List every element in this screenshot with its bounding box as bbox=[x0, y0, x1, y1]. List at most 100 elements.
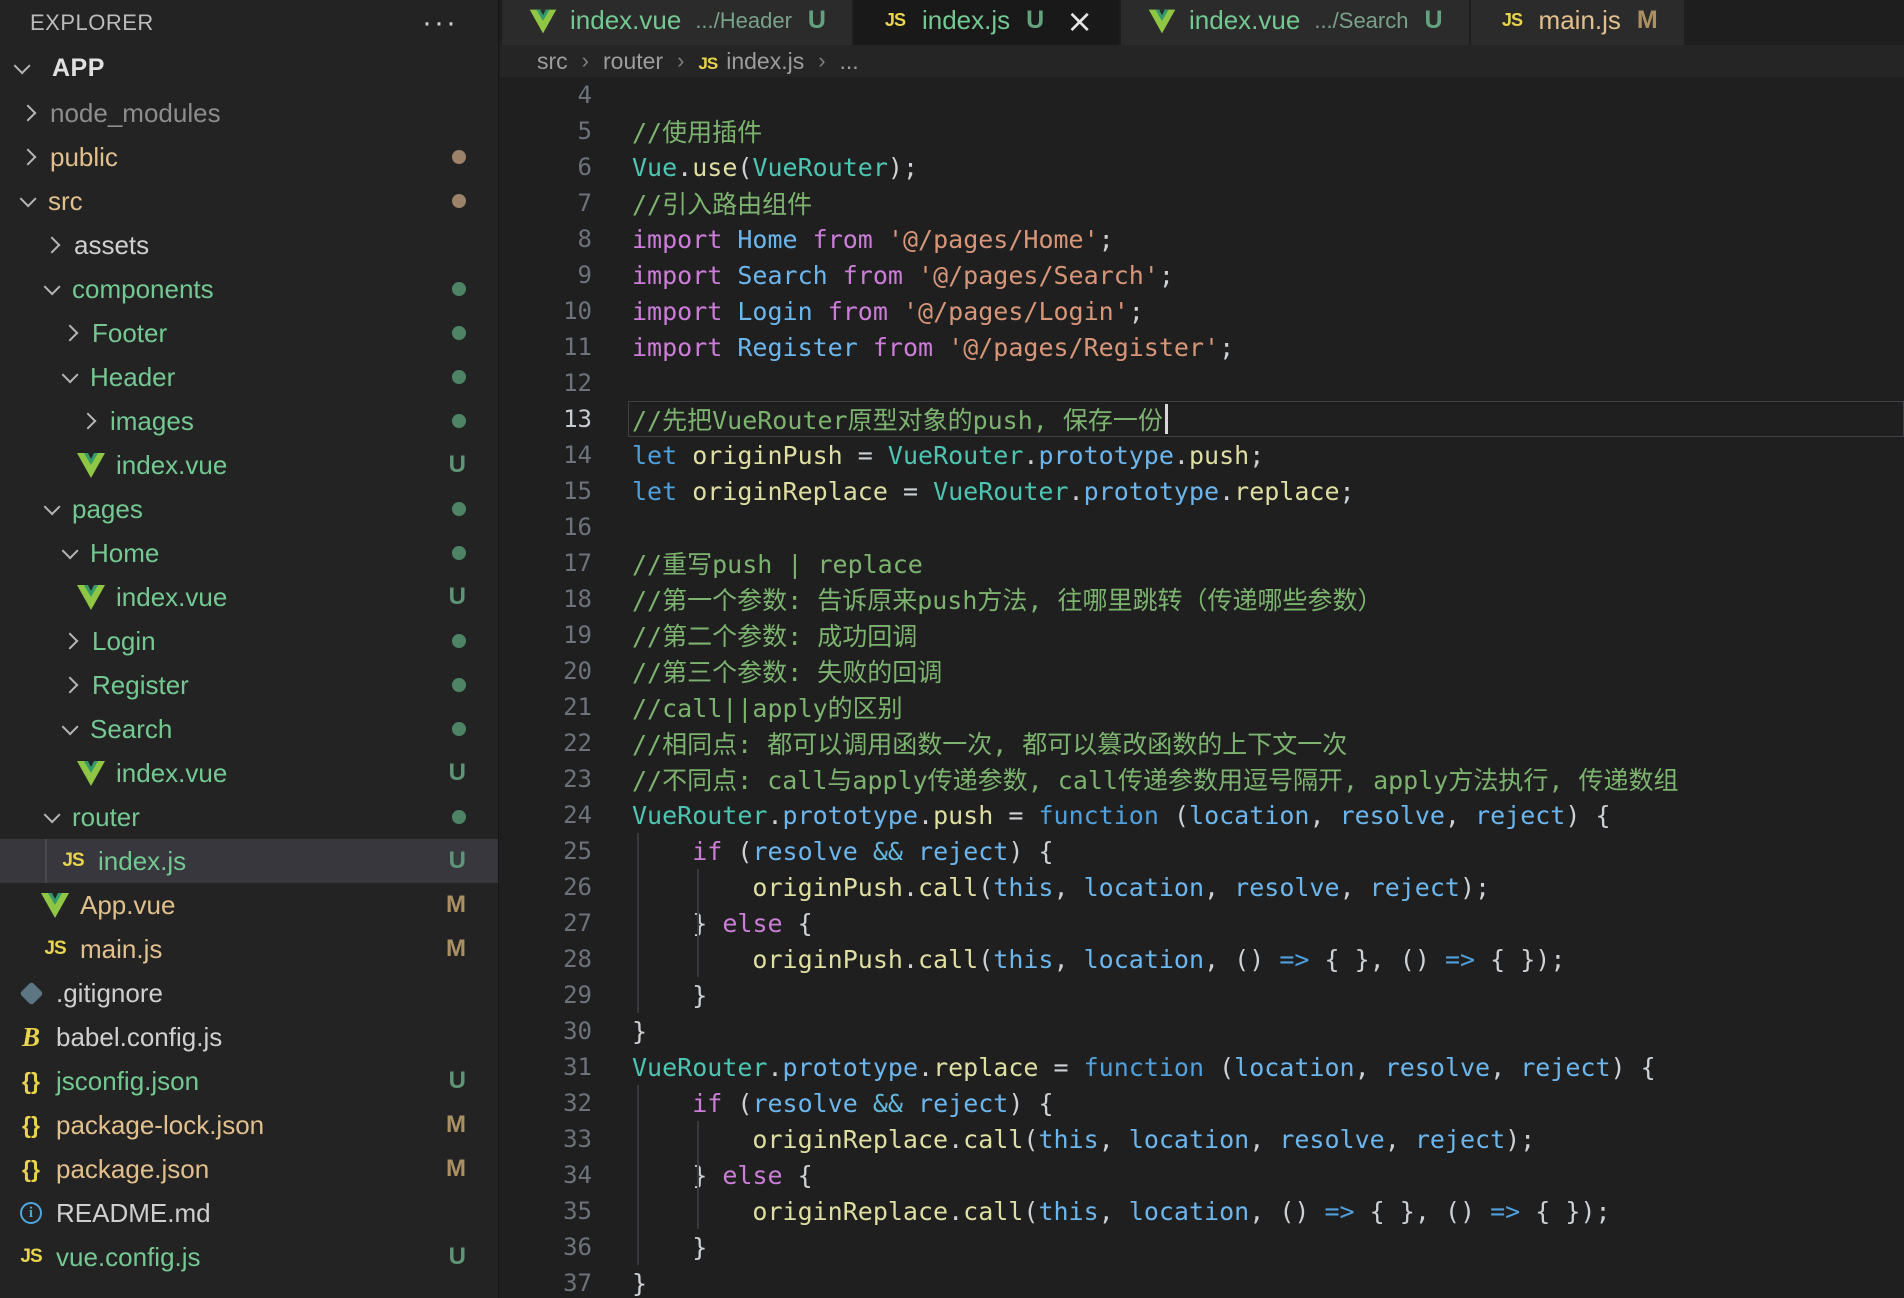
code-line-4[interactable]: 4 bbox=[500, 77, 1904, 113]
section-header-app[interactable]: APP bbox=[0, 46, 498, 90]
line-number: 29 bbox=[563, 981, 592, 1009]
tree-item-router[interactable]: router bbox=[0, 795, 498, 839]
code-line-12[interactable]: 12 bbox=[500, 365, 1904, 401]
code-line-35[interactable]: 35 originReplace.call(this, location, ()… bbox=[500, 1193, 1904, 1229]
code-token: //相同点: 都可以调用函数一次, 都可以篡改函数的上下文一次 bbox=[632, 730, 1348, 759]
code-token: this bbox=[993, 872, 1054, 902]
code-line-29[interactable]: 29 } bbox=[500, 977, 1904, 1013]
tree-item-package-json[interactable]: {} package.json M bbox=[0, 1147, 498, 1191]
tree-item-header[interactable]: Header bbox=[0, 355, 498, 399]
tree-item-assets[interactable]: assets bbox=[0, 223, 498, 267]
tree-item-login[interactable]: Login bbox=[0, 619, 498, 663]
code-token: { bbox=[1038, 836, 1054, 866]
code-token: ( bbox=[1173, 800, 1190, 830]
code-line-9[interactable]: 9 import Search from '@/pages/Search'; bbox=[500, 257, 1904, 293]
breadcrumb-item--[interactable]: ... bbox=[840, 48, 859, 75]
code-line-text: //使用插件 bbox=[612, 113, 762, 149]
tree-item-pages[interactable]: pages bbox=[0, 487, 498, 531]
code-editor[interactable]: 4 5//使用插件 6 Vue.use(VueRouter); 7//引入路由组件 8 im… bbox=[500, 77, 1904, 1298]
tree-item-index-vue[interactable]: index.vue U bbox=[0, 575, 498, 619]
chevron-right-icon bbox=[43, 236, 61, 254]
code-token: => bbox=[1444, 944, 1476, 974]
code-line-33[interactable]: 33 originReplace.call(this, location, re… bbox=[500, 1121, 1904, 1157]
code-token: import bbox=[632, 260, 723, 290]
tree-item-package-lock-json[interactable]: {} package-lock.json M bbox=[0, 1103, 498, 1147]
code-token: originPush bbox=[752, 944, 903, 974]
tree-item-jsconfig-json[interactable]: {} jsconfig.json U bbox=[0, 1059, 498, 1103]
code-token: ) bbox=[1008, 1088, 1024, 1118]
tree-item-babel-config-js[interactable]: Bbabel.config.js bbox=[0, 1015, 498, 1059]
tree-item-components[interactable]: components bbox=[0, 267, 498, 311]
chevron-down-icon bbox=[61, 718, 79, 736]
json-icon: {} bbox=[16, 1066, 46, 1096]
close-icon[interactable]: × bbox=[1066, 5, 1093, 37]
tree-item-main-js[interactable]: JS main.js M bbox=[0, 927, 498, 971]
code-line-5[interactable]: 5 //使用插件 bbox=[500, 113, 1904, 149]
code-line-37[interactable]: 37} bbox=[500, 1265, 1904, 1298]
code-token: use bbox=[692, 152, 738, 182]
code-line-15[interactable]: 15 let originReplace = VueRouter.prototyp… bbox=[500, 473, 1904, 509]
tree-item-index-vue[interactable]: index.vue U bbox=[0, 443, 498, 487]
code-line-16[interactable]: 16 bbox=[500, 509, 1904, 545]
code-line-36[interactable]: 36 } bbox=[500, 1229, 1904, 1265]
breadcrumb-item-src[interactable]: src bbox=[537, 48, 568, 75]
code-token: ) bbox=[1008, 836, 1024, 866]
code-line-25[interactable]: 25 if (resolve && reject) { bbox=[500, 833, 1904, 869]
code-line-30[interactable]: 30} bbox=[500, 1013, 1904, 1049]
tree-item-index-js[interactable]: JS index.js U bbox=[0, 839, 498, 883]
code-token: . bbox=[1023, 440, 1039, 470]
tree-item-src[interactable]: src bbox=[0, 179, 498, 223]
tree-item-public[interactable]: public bbox=[0, 135, 498, 179]
code-line-23[interactable]: 23 //不同点: call与apply传递参数, call传递参数用逗号隔开, … bbox=[500, 761, 1904, 797]
tree-item-register[interactable]: Register bbox=[0, 663, 498, 707]
code-line-19[interactable]: 19 //第二个参数: 成功回调 bbox=[500, 617, 1904, 653]
code-token: = bbox=[1008, 800, 1024, 830]
tab-index.vue[interactable]: index.vue .../Search U bbox=[1121, 0, 1469, 45]
code-line-26[interactable]: 26 originPush.call(this, location, resol… bbox=[500, 869, 1904, 905]
tree-item-node-modules[interactable]: node_modules bbox=[0, 91, 498, 135]
tree-item-index-vue[interactable]: index.vue U bbox=[0, 751, 498, 795]
tree-item-home[interactable]: Home bbox=[0, 531, 498, 575]
code-line-7[interactable]: 7 //引入路由组件 bbox=[500, 185, 1904, 221]
code-line-34[interactable]: 34 } else { bbox=[500, 1157, 1904, 1193]
tab-description: .../Search bbox=[1314, 7, 1409, 33]
tree-item--gitignore[interactable]: .gitignore bbox=[0, 971, 498, 1015]
code-line-text: let originPush = VueRouter.prototype.pus… bbox=[612, 441, 1264, 470]
code-line-31[interactable]: 31 VueRouter.prototype.replace = function… bbox=[500, 1049, 1904, 1085]
vue-notch bbox=[87, 452, 94, 459]
code-line-8[interactable]: 8 import Home from '@/pages/Home'; bbox=[500, 221, 1904, 257]
tree-item-readme-md[interactable]: i README.md bbox=[0, 1191, 498, 1235]
code-token: , bbox=[1339, 872, 1355, 902]
more-actions-icon[interactable]: ··· bbox=[422, 7, 458, 37]
code-line-18[interactable]: 18 //第一个参数: 告诉原来push方法, 往哪里跳转（传递哪些参数） bbox=[500, 581, 1904, 617]
code-line-17[interactable]: 17 //重写push | replace bbox=[500, 545, 1904, 581]
tree-item-search[interactable]: Search bbox=[0, 707, 498, 751]
breadcrumb-item-index-js[interactable]: JS index.js bbox=[698, 48, 804, 75]
tab-index.vue[interactable]: index.vue .../Header U bbox=[502, 0, 852, 45]
breadcrumb-item-router[interactable]: router bbox=[603, 48, 663, 75]
code-line-11[interactable]: 11 import Register from '@/pages/Register… bbox=[500, 329, 1904, 365]
code-line-21[interactable]: 21 //call||apply的区别 bbox=[500, 689, 1904, 725]
code-line-32[interactable]: 32 if (resolve && reject) { bbox=[500, 1085, 1904, 1121]
code-line-6[interactable]: 6 Vue.use(VueRouter); bbox=[500, 149, 1904, 185]
tree-item-footer[interactable]: Footer bbox=[0, 311, 498, 355]
code-line-27[interactable]: 27 } else { bbox=[500, 905, 1904, 941]
code-line-28[interactable]: 28 originPush.call(this, location, () =>… bbox=[500, 941, 1904, 977]
code-line-20[interactable]: 20 //第三个参数: 失败的回调 bbox=[500, 653, 1904, 689]
code-line-13[interactable]: 13 //先把VueRouter原型对象的push, 保存一份 bbox=[500, 401, 1904, 437]
breadcrumb-separator-icon: › bbox=[677, 48, 685, 73]
code-line-22[interactable]: 22 //相同点: 都可以调用函数一次, 都可以篡改函数的上下文一次 bbox=[500, 725, 1904, 761]
tree-item-images[interactable]: images bbox=[0, 399, 498, 443]
tree-item-vue-config-js[interactable]: JS vue.config.js U bbox=[0, 1235, 498, 1279]
tab-main.js[interactable]: JS main.js M bbox=[1470, 0, 1684, 45]
tree-item-app-vue[interactable]: App.vue M bbox=[0, 883, 498, 927]
code-line-14[interactable]: 14 let originPush = VueRouter.prototype.p… bbox=[500, 437, 1904, 473]
js-glyph: JS bbox=[44, 938, 66, 959]
tab-index.js[interactable]: JS index.js U × bbox=[853, 0, 1120, 45]
line-number: 15 bbox=[563, 477, 592, 505]
code-line-10[interactable]: 10 import Login from '@/pages/Login'; bbox=[500, 293, 1904, 329]
code-line-24[interactable]: 24 VueRouter.prototype.push = function (l… bbox=[500, 797, 1904, 833]
tree-item-label: src bbox=[48, 185, 83, 216]
